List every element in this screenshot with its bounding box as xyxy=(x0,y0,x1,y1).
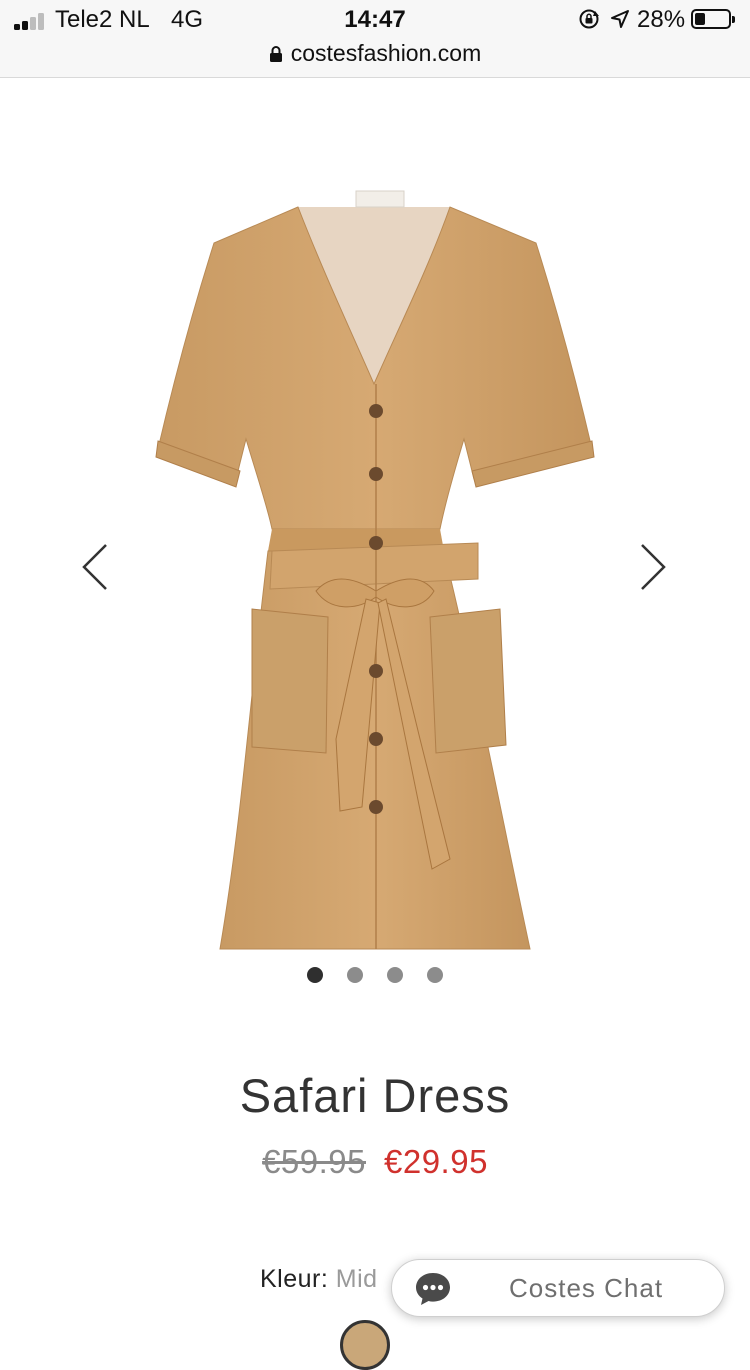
colour-value: Mid xyxy=(335,1265,378,1293)
address-bar[interactable]: costesfashion.com xyxy=(0,40,750,70)
rotation-lock-icon xyxy=(579,9,599,29)
chevron-right-icon[interactable] xyxy=(632,541,672,593)
dress-image[interactable] xyxy=(150,179,600,959)
url-text: costesfashion.com xyxy=(290,40,482,66)
carousel-dot[interactable] xyxy=(307,967,323,983)
colour-row: Kleur: Mid xyxy=(260,1265,378,1294)
battery-icon xyxy=(691,9,735,29)
carousel-dot[interactable] xyxy=(347,967,363,983)
lock-icon xyxy=(269,45,282,62)
price-row: €59.95 €29.95 xyxy=(0,1143,750,1181)
battery-percent: 28% xyxy=(637,6,686,33)
battery-nub xyxy=(732,16,735,23)
carousel-pagination xyxy=(0,967,750,983)
location-arrow-icon xyxy=(611,10,629,28)
carousel-dot[interactable] xyxy=(427,967,443,983)
chat-bubble-icon xyxy=(416,1273,450,1305)
chat-button[interactable]: Costes Chat xyxy=(391,1259,725,1317)
chevron-left-icon[interactable] xyxy=(76,541,116,593)
battery-fill xyxy=(695,13,706,25)
colour-swatch[interactable] xyxy=(340,1320,390,1370)
browser-top-bar: Tele2 NL 4G 14:47 28% costesfashion.com xyxy=(0,0,750,78)
original-price: €59.95 xyxy=(262,1143,366,1180)
chat-label: Costes Chat xyxy=(509,1273,664,1303)
colour-label: Kleur: xyxy=(260,1265,329,1293)
product-image-carousel[interactable] xyxy=(0,79,750,1009)
status-bar: Tele2 NL 4G 14:47 28% xyxy=(0,0,750,40)
product-title: Safari Dress xyxy=(239,1069,511,1122)
sale-price: €29.95 xyxy=(384,1143,488,1180)
carousel-dot[interactable] xyxy=(387,967,403,983)
